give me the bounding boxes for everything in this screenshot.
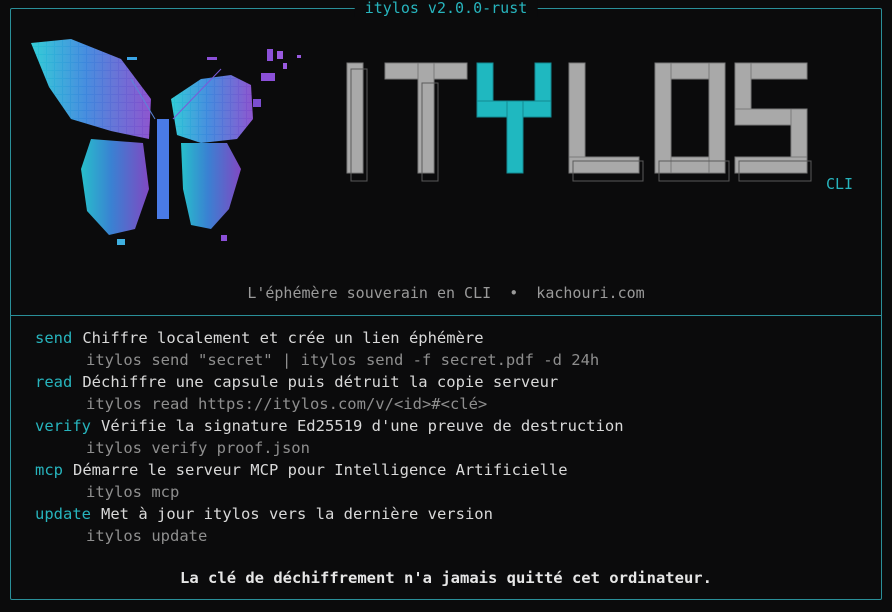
logo-letter-t xyxy=(384,62,468,174)
logo-letter-i xyxy=(346,62,364,174)
logo-letter-l xyxy=(568,62,640,174)
command-example: itylos mcp xyxy=(86,483,180,501)
section-divider xyxy=(11,315,881,316)
command-update: update Met à jour itylos vers la dernière… xyxy=(35,503,871,547)
command-list: send Chiffre localement et crée un lien é… xyxy=(35,327,871,547)
tagline: L'éphémère souverain en CLI • kachouri.c… xyxy=(247,284,645,302)
command-description: Vérifie la signature Ed25519 d'une preuv… xyxy=(101,417,624,435)
footer-message: La clé de déchiffrement n'a jamais quitt… xyxy=(180,569,712,587)
command-description: Déchiffre une capsule puis détruit la co… xyxy=(82,373,559,391)
command-verify: verify Vérifie la signature Ed25519 d'une… xyxy=(35,415,871,459)
command-description: Démarre le serveur MCP pour Intelligence… xyxy=(73,461,568,479)
logo-letter-s xyxy=(734,62,808,174)
command-name: send xyxy=(35,329,73,347)
command-send: send Chiffre localement et crée un lien é… xyxy=(35,327,871,371)
logo-letter-y xyxy=(476,62,552,174)
command-name: update xyxy=(35,505,91,523)
command-example: itylos send "secret" | itylos send -f se… xyxy=(86,351,600,369)
window-title: itylos v2.0.0-rust xyxy=(354,0,538,17)
command-mcp: mcp Démarre le serveur MCP pour Intellige… xyxy=(35,459,871,503)
command-example: itylos update xyxy=(86,527,208,545)
command-name: read xyxy=(35,373,73,391)
logo-letter-o xyxy=(654,62,726,174)
cli-tag: CLI xyxy=(826,175,854,193)
command-name: mcp xyxy=(35,461,63,479)
command-description: Chiffre localement et crée un lien éphém… xyxy=(82,329,484,347)
command-example: itylos read https://itylos.com/v/<id>#<c… xyxy=(86,395,488,413)
terminal-frame: itylos v2.0.0-rust CLI L'éphémère souver… xyxy=(10,0,882,600)
itylos-logo xyxy=(346,62,812,182)
command-example: itylos verify proof.json xyxy=(86,439,310,457)
command-name: verify xyxy=(35,417,91,435)
butterfly-logo-icon xyxy=(31,39,301,245)
command-read: read Déchiffre une capsule puis détruit l… xyxy=(35,371,871,415)
command-description: Met à jour itylos vers la dernière versi… xyxy=(101,505,493,523)
